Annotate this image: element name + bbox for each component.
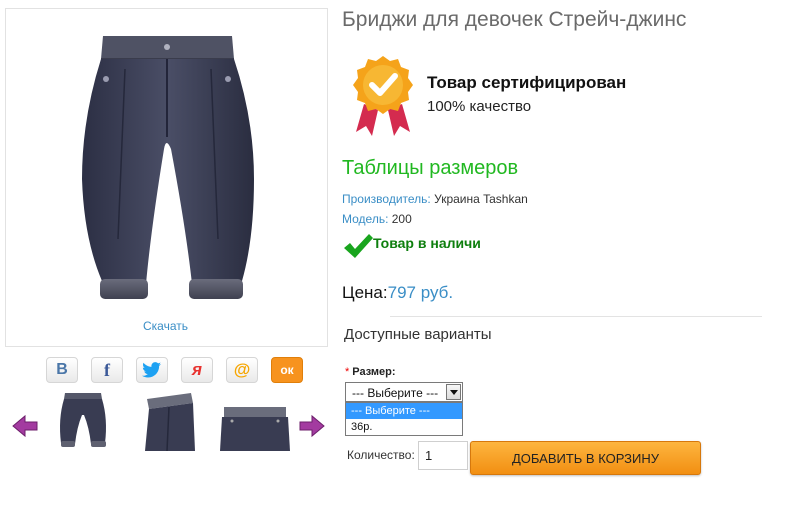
odnoklassniki-icon: ок [280,363,294,377]
certified-title: Товар сертифицирован [427,73,627,92]
gallery-thumbnail-3[interactable] [218,391,290,451]
share-odnoklassniki-button[interactable]: ок [271,357,303,383]
thumbnail-image [145,393,195,452]
model-value: 200 [391,212,412,226]
price-value: 797 руб. [387,283,454,302]
download-image-link[interactable]: Скачать [5,319,326,333]
twitter-bird-icon [142,362,161,378]
certified-subtitle: 100% качество [427,98,532,115]
mailru-icon: @ [233,360,251,379]
price-label: Цена: [342,283,388,302]
share-twitter-button[interactable] [136,357,168,383]
checkmark-icon [342,232,374,265]
facebook-icon: f [104,359,110,380]
size-select-value: --- Выберите --- [352,386,439,400]
size-option[interactable]: --- Выберите --- [346,403,462,419]
product-title: Бриджи для девочек Стрейч-джинс [342,8,687,31]
stock-status: Товар в наличи [373,235,481,251]
size-dropdown-list: --- Выберите --- 36р. [345,402,463,436]
gallery-thumbnail-2[interactable] [135,391,207,452]
quantity-label: Количество: [347,448,415,462]
share-mailru-button[interactable]: @ [226,357,258,383]
price: Цена:797 руб. [342,283,453,303]
thumbnail-image [220,407,290,451]
main-product-image[interactable] [5,8,328,347]
gallery-next-arrow[interactable] [298,414,326,438]
share-buttons: В f я @ ок [46,357,303,383]
size-label-text: Размер: [352,366,396,378]
share-moikrug-button[interactable]: я [181,357,213,383]
size-select[interactable]: --- Выберите --- [345,382,463,402]
vkontakte-icon: В [56,361,68,378]
available-options-title: Доступные варианты [344,326,492,343]
quantity-input[interactable] [418,441,468,470]
model-label: Модель: [342,212,389,226]
moikrug-icon: я [191,360,202,379]
product-image-bridges [82,36,254,299]
model-line: Модель: 200 [342,212,412,226]
certified-badge-icon [350,54,416,143]
size-tables-link[interactable]: Таблицы размеров [342,157,518,180]
arrow-right-icon [299,414,325,438]
thumbnail-image [60,393,106,447]
gallery-prev-arrow[interactable] [11,414,39,438]
size-label: * Размер: [345,366,396,378]
chevron-down-icon[interactable] [446,384,461,400]
add-to-cart-button[interactable]: ДОБАВИТЬ В КОРЗИНУ [470,441,701,475]
manufacturer-label[interactable]: Производитель: [342,192,431,206]
manufacturer-value: Украина Tashkan [434,192,528,206]
size-option[interactable]: 36р. [346,419,462,435]
gallery-thumbnail-1[interactable] [47,391,119,451]
manufacturer-line: Производитель: Украина Tashkan [342,192,528,206]
arrow-left-icon [12,414,38,438]
divider [390,316,762,317]
required-mark: * [345,366,350,378]
share-vkontakte-button[interactable]: В [46,357,78,383]
share-facebook-button[interactable]: f [91,357,123,383]
